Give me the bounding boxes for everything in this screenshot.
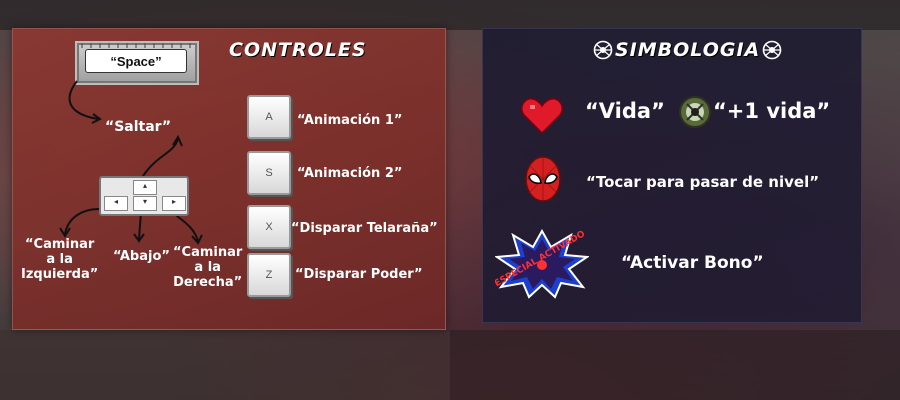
key-z-action: “Disparar Poder” <box>295 267 423 282</box>
spiderman-mask-icon <box>525 156 561 202</box>
extra-life-token-icon <box>679 96 711 128</box>
heart-icon <box>521 98 563 135</box>
key-a: A <box>247 95 291 139</box>
key-a-action: “Animación 1” <box>297 113 403 128</box>
next-level-label: “Tocar para pasar de nivel” <box>586 173 820 191</box>
legend-title-row: SIMBOLOGIA <box>593 39 782 61</box>
down-label: “Abajo” <box>113 249 170 264</box>
controls-panel: CONTROLES “Space” “Saltar” ▴ ◂ ▾ ▸ “Cami… <box>12 28 446 330</box>
up-key: ▴ <box>133 180 157 195</box>
bonus-badge-icon: ESPECIAL ACTIVADO <box>495 229 589 299</box>
bonus-label: “Activar Bono” <box>621 253 764 273</box>
down-key: ▾ <box>133 196 157 211</box>
spider-emblem-icon <box>593 40 613 60</box>
walk-right-label: “Caminar a la Derecha” <box>173 245 243 290</box>
legend-panel: SIMBOLOGIA “Vida” “+1 vida” “Tocar para … <box>482 28 862 323</box>
key-s: S <box>247 151 291 195</box>
right-key: ▸ <box>162 196 186 211</box>
extra-life-label: “+1 vida” <box>713 99 831 123</box>
key-x-action: “Disparar Telaraña” <box>291 221 438 236</box>
jump-label: “Saltar” <box>105 119 172 135</box>
walk-left-label: “Caminar a la Izquierda” <box>21 237 99 282</box>
key-x: X <box>247 205 291 249</box>
spider-emblem-icon <box>762 40 782 60</box>
legend-title: SIMBOLOGIA <box>615 39 761 61</box>
arrow-keys: ▴ ◂ ▾ ▸ <box>99 176 189 216</box>
life-label: “Vida” <box>585 99 665 123</box>
key-z: Z <box>247 253 291 297</box>
left-key: ◂ <box>104 196 128 211</box>
key-s-action: “Animación 2” <box>297 166 403 181</box>
